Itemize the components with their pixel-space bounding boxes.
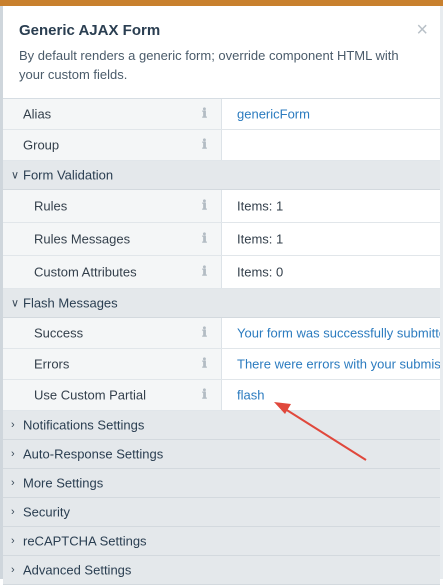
use-custom-partial-value: flash (237, 387, 265, 403)
alias-value: genericForm (237, 106, 310, 122)
property-label-errors: Errors (34, 356, 70, 372)
property-row-success: Success ℹ Your form was successfully sub… (3, 318, 440, 349)
custom-attributes-value: Items: 0 (237, 264, 284, 280)
group-label-flash-messages: Flash Messages (23, 295, 118, 311)
chevron-right-icon: › (11, 419, 15, 431)
rules-messages-value: Items: 1 (237, 231, 284, 247)
group-label-form-validation: Form Validation (23, 167, 114, 183)
info-icon[interactable]: ℹ (202, 107, 207, 122)
group-header-notifications-settings[interactable]: › Notifications Settings (3, 411, 440, 440)
chevron-down-icon: ∨ (11, 169, 20, 182)
group-header-form-validation[interactable]: ∨ Form Validation (3, 161, 440, 190)
group-label: reCAPTCHA Settings (23, 533, 147, 549)
group-header-recaptcha-settings[interactable]: › reCAPTCHA Settings (3, 527, 440, 556)
inspector-title: Generic AJAX Form (19, 22, 161, 39)
inspector-description: By default renders a generic form; overr… (19, 48, 399, 82)
property-label-alias: Alias (23, 106, 52, 122)
info-icon[interactable]: ℹ (202, 326, 207, 341)
info-icon[interactable]: ℹ (202, 232, 207, 247)
property-row-errors: Errors ℹ There were errors with your sub… (3, 349, 440, 380)
success-message-value: Your form was successfully submitted (237, 325, 440, 341)
group-header-security[interactable]: › Security (3, 498, 440, 527)
property-row-use-custom-partial: Use Custom Partial ℹ flash (3, 380, 440, 411)
chevron-right-icon: › (11, 477, 15, 489)
group-label: Advanced Settings (23, 562, 132, 578)
group-header-flash-messages[interactable]: ∨ Flash Messages (3, 289, 440, 318)
custom-attributes-editor[interactable]: Items: 0 (222, 256, 440, 288)
success-message-input[interactable]: Your form was successfully submitted (222, 318, 440, 348)
errors-message-value: There were errors with your submission (237, 356, 440, 372)
property-grid: Alias ℹ genericForm Group ℹ ∨ Form Valid… (3, 99, 440, 585)
info-icon[interactable]: ℹ (202, 388, 207, 403)
property-label-success: Success (34, 325, 84, 341)
info-icon[interactable]: ℹ (202, 265, 207, 280)
errors-message-input[interactable]: There were errors with your submission (222, 349, 440, 379)
group-label: Auto-Response Settings (23, 446, 164, 462)
info-icon[interactable]: ℹ (202, 138, 207, 153)
rules-value: Items: 1 (237, 198, 284, 214)
rules-editor[interactable]: Items: 1 (222, 190, 440, 222)
property-row-alias: Alias ℹ genericForm (3, 99, 440, 130)
group-label: Notifications Settings (23, 417, 145, 433)
info-icon[interactable]: ℹ (202, 357, 207, 372)
use-custom-partial-input[interactable]: flash (222, 380, 440, 410)
property-label-use-custom-partial: Use Custom Partial (34, 387, 146, 403)
group-header-more-settings[interactable]: › More Settings (3, 469, 440, 498)
alias-input[interactable]: genericForm (222, 99, 440, 129)
rules-messages-editor[interactable]: Items: 1 (222, 223, 440, 255)
chevron-right-icon: › (11, 506, 15, 518)
close-icon[interactable]: × (416, 20, 428, 40)
group-label: More Settings (23, 475, 104, 491)
property-row-group: Group ℹ (3, 130, 440, 161)
group-label: Security (23, 504, 70, 520)
info-icon[interactable]: ℹ (202, 199, 207, 214)
property-label-group: Group (23, 137, 60, 153)
inspector-header: Generic AJAX Form × By default renders a… (3, 6, 440, 99)
property-label-rules-messages: Rules Messages (34, 231, 131, 247)
property-row-rules: Rules ℹ Items: 1 (3, 190, 440, 223)
property-label-custom-attributes: Custom Attributes (34, 264, 137, 280)
group-input[interactable] (222, 130, 440, 160)
group-header-auto-response-settings[interactable]: › Auto-Response Settings (3, 440, 440, 469)
chevron-right-icon: › (11, 448, 15, 460)
property-row-custom-attributes: Custom Attributes ℹ Items: 0 (3, 256, 440, 289)
property-label-rules: Rules (34, 198, 68, 214)
group-header-advanced-settings[interactable]: › Advanced Settings (3, 556, 440, 585)
chevron-right-icon: › (11, 535, 15, 547)
chevron-down-icon: ∨ (11, 297, 20, 310)
property-row-rules-messages: Rules Messages ℹ Items: 1 (3, 223, 440, 256)
chevron-right-icon: › (11, 564, 15, 576)
